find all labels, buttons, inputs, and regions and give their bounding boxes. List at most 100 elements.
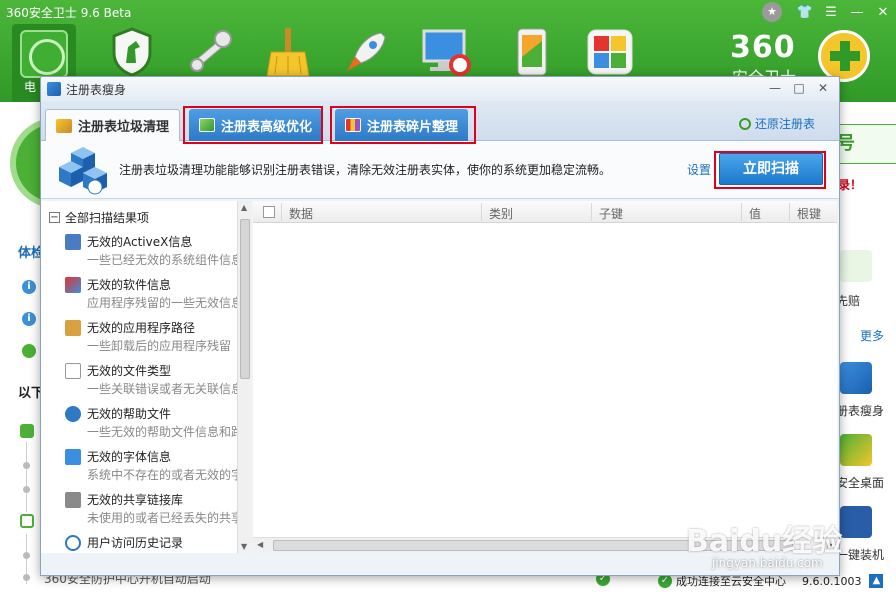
item-title: 无效的文件类型 — [87, 364, 172, 378]
column-header-subkey[interactable]: 子键 — [599, 205, 623, 222]
item-title: 无效的ActiveX信息 — [87, 235, 193, 249]
column-separator — [481, 203, 482, 221]
results-table: 数据 类别 子键 值 根键 — [253, 201, 837, 553]
tab-registry-junk-clean[interactable]: 注册表垃圾清理 — [45, 109, 181, 142]
tree-root[interactable]: − 全部扫描结果项 — [49, 209, 149, 226]
column-header-data[interactable]: 数据 — [289, 205, 313, 222]
compensation-icon[interactable] — [840, 250, 872, 282]
upgrade-arrow-icon[interactable]: ▲ — [869, 574, 884, 588]
shield-horse-icon[interactable] — [104, 24, 160, 80]
item-description: 系统中不存在的或者无效的字 — [87, 468, 244, 482]
item-title: 无效的共享链接库 — [87, 493, 184, 507]
signpost-icon — [65, 320, 81, 336]
wrench-icon[interactable] — [182, 24, 238, 80]
help-icon — [65, 406, 81, 422]
dialog-close-icon[interactable]: ✕ — [811, 79, 835, 97]
dialog-maximize-icon[interactable]: □ — [787, 79, 811, 97]
tree-dot — [23, 552, 30, 559]
restore-registry-link[interactable]: 还原注册表 — [738, 115, 815, 132]
scroll-left-icon[interactable]: ◀ — [257, 540, 263, 549]
logo-360-text: 360 — [730, 30, 796, 65]
item-title: 用户访问历史记录 — [87, 536, 184, 550]
home-tab-label: 电 — [24, 80, 37, 94]
rocket-icon[interactable] — [338, 24, 394, 80]
phone-icon[interactable] — [504, 24, 560, 80]
dialog-minimize-icon[interactable]: — — [763, 79, 787, 97]
font-icon — [65, 449, 81, 465]
list-item[interactable]: 无效的应用程序路径 一些卸载后的应用程序残留 — [65, 317, 250, 359]
tree-dot — [23, 486, 30, 493]
tree-line — [26, 442, 27, 512]
item-title: 无效的帮助文件 — [87, 407, 172, 421]
column-header-category[interactable]: 类别 — [489, 205, 513, 222]
activex-icon — [65, 234, 81, 250]
item-title: 无效的应用程序路径 — [87, 321, 196, 335]
safe-desktop-label[interactable]: 安全桌面 — [836, 474, 884, 491]
info-icon: i — [22, 312, 36, 326]
dialog-title: 注册表瘦身 — [66, 82, 127, 97]
collapse-icon[interactable]: − — [49, 212, 60, 223]
one-click-install-label[interactable]: 一键装机 — [836, 546, 884, 563]
dll-icon — [65, 492, 81, 508]
safe-desktop-icon[interactable] — [840, 434, 872, 466]
registry-slim-label[interactable]: 册表瘦身 — [836, 402, 884, 419]
list-item[interactable]: 无效的共享链接库 未使用的或者已经丢失的共享 — [65, 489, 250, 531]
list-item[interactable]: 无效的ActiveX信息 一些已经无效的系统组件信息 — [65, 231, 250, 273]
monitor-lifebuoy-icon[interactable] — [418, 24, 474, 80]
user-icon — [22, 344, 36, 358]
list-item[interactable]: 用户访问历史记录 — [65, 532, 250, 553]
connected-check-icon: ✓ — [658, 574, 672, 588]
menu-icon[interactable]: ☰ — [818, 5, 844, 20]
minimize-icon[interactable]: — — [844, 5, 870, 20]
star-badge-icon[interactable]: ★ — [762, 2, 782, 22]
item-title: 无效的软件信息 — [87, 278, 172, 292]
restore-registry-label: 还原注册表 — [754, 117, 815, 131]
registry-slim-icon[interactable] — [840, 362, 872, 394]
radar-icon — [20, 30, 68, 78]
list-item[interactable]: 无效的文件类型 一些关联错误或者无关联信息 — [65, 360, 250, 402]
column-separator — [789, 203, 790, 221]
column-header-value[interactable]: 值 — [749, 205, 761, 222]
scroll-up-icon[interactable]: ▲ — [241, 203, 247, 212]
shield-green-icon — [20, 514, 34, 528]
baidu-watermark: Baidu经验 — [686, 524, 843, 559]
scroll-thumb[interactable] — [240, 219, 250, 379]
list-item[interactable]: 无效的软件信息 应用程序残留的一些无效信息 — [65, 274, 250, 316]
item-description: 一些卸载后的应用程序残留 — [87, 339, 232, 353]
shirt-icon[interactable]: 👕 — [792, 5, 818, 20]
tab-label: 注册表垃圾清理 — [78, 120, 170, 135]
tree-dot — [23, 574, 30, 581]
app-title: 360安全卫士 9.6 Beta — [6, 6, 132, 20]
broom-icon[interactable] — [260, 24, 316, 80]
list-item[interactable]: 无效的帮助文件 一些无效的帮助文件信息和路 — [65, 403, 250, 445]
dialog-titlebar[interactable]: 注册表瘦身 — □ ✕ — [41, 77, 839, 101]
baidu-watermark-url: jingyan.baidu.com — [712, 556, 823, 570]
item-description: 应用程序残留的一些无效信息 — [87, 296, 244, 310]
history-icon — [65, 535, 81, 551]
item-description: 一些已经无效的系统组件信息 — [87, 253, 244, 267]
app-grid-icon[interactable] — [582, 24, 638, 80]
highlight-box-advanced-optimize — [183, 106, 323, 144]
more-link[interactable]: 更多 — [860, 327, 884, 344]
info-icon: i — [22, 280, 36, 294]
select-all-checkbox[interactable] — [263, 206, 275, 218]
scroll-down-icon[interactable]: ▼ — [241, 542, 247, 551]
registry-cube-icon — [47, 82, 61, 96]
feature-description: 注册表垃圾清理功能能够识别注册表错误，清除无效注册表实体，使你的系统更加稳定流畅… — [119, 163, 612, 177]
logo-plus-icon — [818, 30, 870, 82]
login-prompt-text: 录！ — [838, 178, 863, 192]
column-separator — [741, 203, 742, 221]
tree-root-label: 全部扫描结果项 — [65, 211, 150, 225]
column-header-rootkey[interactable]: 根键 — [797, 205, 821, 222]
item-title: 无效的字体信息 — [87, 450, 172, 464]
item-description: 未使用的或者已经丢失的共享 — [87, 511, 244, 525]
one-click-install-icon[interactable] — [840, 506, 872, 538]
registry-cubes-icon — [59, 147, 107, 195]
scan-category-tree: − 全部扫描结果项 无效的ActiveX信息 一些已经无效的系统组件信息 无效的… — [41, 201, 251, 553]
tree-scrollbar[interactable]: ▲ ▼ — [237, 201, 251, 553]
list-item[interactable]: 无效的字体信息 系统中不存在的或者无效的字 — [65, 446, 250, 488]
version-text: 9.6.0.1003 — [802, 574, 862, 588]
close-icon[interactable]: ✕ — [870, 5, 896, 20]
settings-link[interactable]: 设置 — [687, 161, 711, 178]
broom-icon — [56, 118, 72, 133]
